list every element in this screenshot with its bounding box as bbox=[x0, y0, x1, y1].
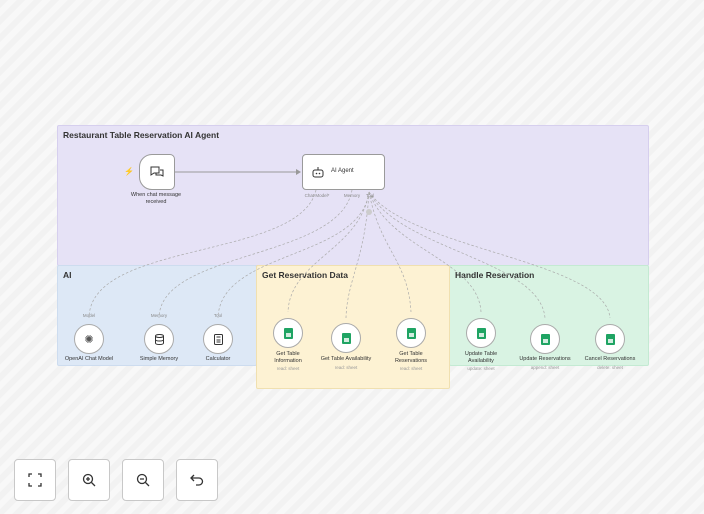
zoom-out-icon bbox=[136, 473, 150, 487]
cancel-reservations-node[interactable] bbox=[595, 324, 625, 354]
google-sheets-icon bbox=[406, 327, 416, 339]
chat-bubbles-icon bbox=[150, 166, 164, 177]
simple-memory-node[interactable] bbox=[144, 324, 174, 354]
wire-tool bbox=[217, 191, 370, 319]
fit-view-icon bbox=[28, 473, 42, 487]
wire-tool bbox=[368, 191, 611, 319]
port-label: Memory bbox=[150, 313, 168, 318]
ai-agent-node[interactable]: AI Agent bbox=[302, 154, 385, 190]
calculator-node[interactable] bbox=[203, 324, 233, 354]
zoom-in-icon bbox=[82, 473, 96, 487]
google-sheets-icon bbox=[540, 333, 550, 345]
connections bbox=[88, 169, 611, 319]
google-sheets-icon bbox=[605, 333, 615, 345]
zoom-in-button[interactable] bbox=[68, 459, 110, 501]
wire-tool bbox=[368, 191, 546, 319]
google-sheets-icon bbox=[476, 327, 486, 339]
update-reservations-node[interactable] bbox=[530, 324, 560, 354]
port-label: Model bbox=[82, 313, 96, 318]
port-label: Tool bbox=[213, 313, 223, 318]
zoom-out-button[interactable] bbox=[122, 459, 164, 501]
add-tool-icon bbox=[366, 209, 372, 215]
trigger-node[interactable] bbox=[139, 154, 175, 190]
get-table-reservations-node[interactable] bbox=[396, 318, 426, 348]
wire-model bbox=[88, 189, 317, 319]
wire-memory bbox=[158, 189, 353, 319]
node-label: Cancel Reservations bbox=[584, 356, 636, 362]
openai-chat-model-node[interactable]: ✺ bbox=[74, 324, 104, 354]
undo-icon bbox=[190, 474, 204, 486]
wire-tool bbox=[287, 191, 370, 313]
calculator-icon bbox=[213, 333, 223, 345]
google-sheets-icon bbox=[283, 327, 293, 339]
database-icon bbox=[154, 333, 164, 345]
get-table-availability-node[interactable] bbox=[331, 323, 361, 353]
wire-tool bbox=[368, 191, 412, 313]
get-table-information-node[interactable] bbox=[273, 318, 303, 348]
fit-view-button[interactable] bbox=[14, 459, 56, 501]
update-table-availability-node[interactable] bbox=[466, 318, 496, 348]
trigger-bolt-icon: ⚡ bbox=[124, 167, 134, 176]
trigger-label: When chat message received bbox=[130, 192, 182, 205]
ai-agent-label: AI Agent bbox=[331, 168, 354, 174]
node-subtitle: delete: sheet bbox=[597, 365, 623, 370]
undo-button[interactable] bbox=[176, 459, 218, 501]
arrow-head bbox=[296, 169, 301, 175]
wire-tool bbox=[368, 191, 482, 313]
google-sheets-icon bbox=[341, 332, 351, 344]
robot-icon bbox=[312, 167, 324, 178]
openai-icon: ✺ bbox=[84, 333, 94, 346]
port-chat-model: Chat Model* bbox=[304, 193, 330, 198]
port-tool: Tool bbox=[365, 193, 375, 198]
wire-tool bbox=[345, 191, 370, 319]
